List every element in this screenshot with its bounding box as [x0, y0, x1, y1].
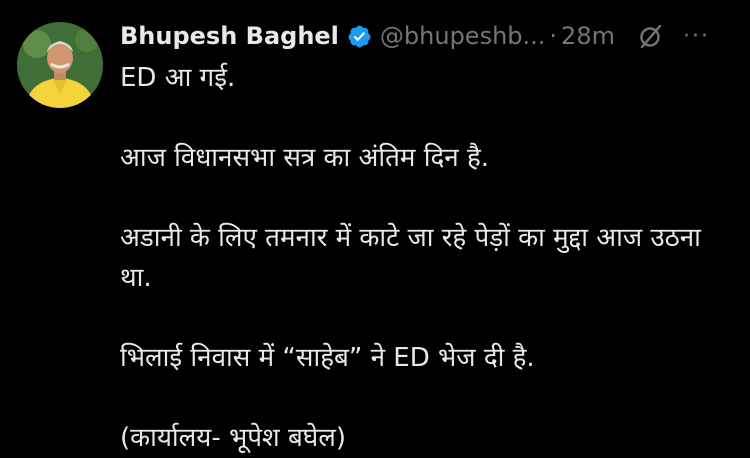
more-icon[interactable]: ··· [683, 24, 710, 49]
separator-dot: · [549, 22, 558, 50]
avatar[interactable] [17, 22, 103, 108]
grok-icon[interactable] [637, 22, 665, 50]
tweet-paragraph: भिलाई निवास में “साहेब” ने ED भेज दी है. [120, 343, 535, 373]
verified-badge-icon[interactable] [347, 24, 372, 49]
tweet-paragraph: अडानी के लिए तमनार में काटे जा रहे पेड़ो… [120, 223, 701, 293]
tweet-header: Bhupesh Baghel @bhupeshb... · 28m ··· [120, 18, 738, 54]
tweet-paragraph: ED आ गई. [120, 63, 236, 93]
author-handle[interactable]: @bhupeshb... [380, 22, 546, 50]
timestamp[interactable]: 28m [561, 22, 615, 50]
tweet-paragraph: (कार्यालय- भूपेश बघेल) [120, 423, 346, 453]
tweet-paragraph: आज विधानसभा सत्र का अंतिम दिन है. [120, 143, 490, 173]
tweet-text: ED आ गई. आज विधानसभा सत्र का अंतिम दिन ह… [120, 58, 738, 458]
author-name[interactable]: Bhupesh Baghel [120, 22, 339, 50]
